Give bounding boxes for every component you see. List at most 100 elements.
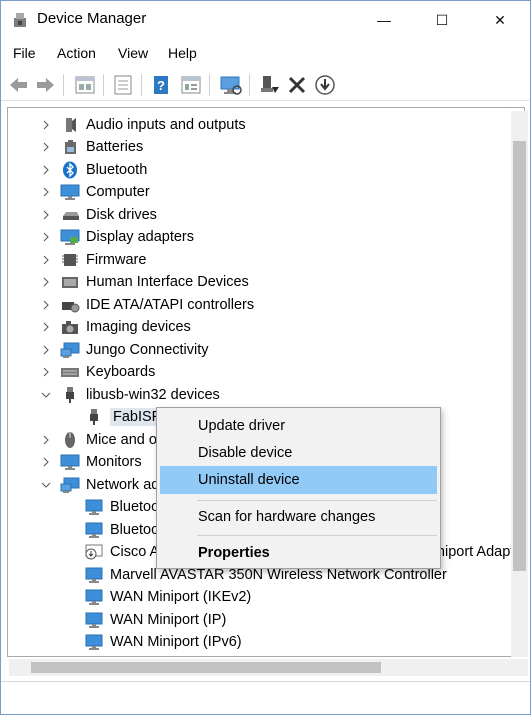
tree-label: Jungo Connectivity [86, 342, 209, 358]
chevron-right-icon[interactable] [40, 186, 52, 198]
tree-label: libusb-win32 devices [86, 387, 220, 403]
network-adapter-icon [85, 522, 103, 538]
update-driver-icon[interactable] [257, 73, 281, 97]
tree-label: Keyboards [86, 364, 156, 380]
chevron-right-icon[interactable] [40, 321, 52, 333]
device-manager-window: Device Manager — ☐ ✕ File Action View He… [0, 0, 531, 715]
properties-menu-item[interactable]: Properties [160, 539, 437, 567]
keyboard-icon [61, 368, 79, 377]
tree-item-display-adapters[interactable]: Display adapters [40, 226, 194, 248]
scrollbar-corner [511, 659, 528, 676]
tree-item-batteries[interactable]: Batteries [40, 136, 143, 158]
menu-view[interactable]: View [118, 45, 148, 61]
horizontal-scroll-thumb[interactable] [31, 662, 381, 673]
monitor-icon [60, 184, 80, 200]
chevron-right-icon[interactable] [40, 276, 52, 288]
network-monitor-icon [60, 342, 80, 358]
tree-item-monitors[interactable]: Monitors [40, 451, 142, 473]
tree-item-jungo[interactable]: Jungo Connectivity [40, 339, 209, 361]
scan-hardware-menu-item[interactable]: Scan for hardware changes [160, 503, 437, 531]
tree-item-audio[interactable]: Audio inputs and outputs [40, 114, 246, 136]
firmware-chip-icon [62, 254, 78, 266]
toolbar-separator [103, 74, 104, 96]
vertical-scroll-thumb[interactable] [513, 141, 526, 571]
tree-item-firmware[interactable]: Firmware [40, 249, 146, 271]
uninstall-device-menu-item[interactable]: Uninstall device [160, 466, 437, 494]
chevron-right-icon[interactable] [40, 141, 52, 153]
network-adapter-icon [85, 499, 103, 515]
network-adapter-icon [85, 634, 103, 650]
menu-separator [197, 500, 437, 501]
tree-item-hid[interactable]: Human Interface Devices [40, 271, 249, 293]
chevron-right-icon[interactable] [40, 434, 52, 446]
device-list-icon[interactable] [111, 73, 135, 97]
tree-label: WAN Miniport (IP) [110, 612, 227, 628]
uninstall-icon[interactable] [285, 73, 309, 97]
usb-plug-icon [66, 387, 74, 403]
tree-item-disk-drives[interactable]: Disk drives [40, 204, 157, 226]
window-title: Device Manager [37, 10, 147, 27]
help-icon[interactable]: ? [149, 73, 173, 97]
toolbar: ? [1, 69, 530, 101]
chevron-right-icon[interactable] [40, 231, 52, 243]
back-arrow-icon[interactable] [7, 73, 31, 97]
disable-device-icon[interactable] [313, 73, 337, 97]
disk-drive-icon [63, 212, 79, 220]
menu-action[interactable]: Action [57, 45, 96, 61]
minimize-button[interactable]: — [361, 1, 407, 39]
vertical-scrollbar[interactable] [511, 111, 528, 657]
horizontal-scrollbar[interactable] [9, 659, 511, 676]
tree-label: Firmware [86, 252, 147, 268]
chevron-down-icon[interactable] [40, 479, 52, 491]
properties-sheet-icon[interactable] [73, 73, 97, 97]
disable-device-menu-item[interactable]: Disable device [160, 439, 437, 467]
tree-item-imaging[interactable]: Imaging devices [40, 316, 191, 338]
chevron-down-icon[interactable] [40, 389, 52, 401]
tree-item-keyboards[interactable]: Keyboards [40, 361, 155, 383]
toolbar-separator [209, 74, 210, 96]
tree-label: Imaging devices [86, 319, 191, 335]
tree-label: Audio inputs and outputs [86, 117, 246, 133]
network-adapter-warning-icon [85, 544, 103, 560]
chevron-right-icon[interactable] [40, 299, 52, 311]
device-tree[interactable]: Audio inputs and outputs Batteries Bluet… [7, 107, 525, 657]
tree-item-libusb[interactable]: libusb-win32 devices [40, 384, 220, 406]
scan-hardware-icon[interactable] [219, 73, 243, 97]
tree-item-fabisp[interactable]: FabISP [84, 406, 165, 428]
camera-icon [62, 321, 78, 334]
chevron-right-icon[interactable] [40, 119, 52, 131]
chevron-right-icon[interactable] [40, 254, 52, 266]
battery-icon [65, 140, 76, 154]
tree-label: WAN Miniport (IPv6) [110, 634, 242, 650]
network-monitor-icon [60, 477, 80, 493]
tree-item-bluetooth[interactable]: Bluetooth [40, 159, 147, 181]
toolbar-separator [63, 74, 64, 96]
menu-help[interactable]: Help [168, 45, 197, 61]
toolbar-separator [141, 74, 142, 96]
chevron-right-icon[interactable] [40, 164, 52, 176]
tree-item-network-child[interactable]: WAN Miniport (IPv6) [84, 631, 242, 653]
tree-item-network-child[interactable]: WAN Miniport (IKEv2) [84, 586, 251, 608]
tree-item-network-child[interactable]: WAN Miniport (IP) [84, 609, 226, 631]
update-driver-menu-item[interactable]: Update driver [160, 412, 437, 440]
tree-item-computer[interactable]: Computer [40, 181, 150, 203]
ide-controller-icon [62, 302, 80, 313]
chevron-right-icon[interactable] [40, 366, 52, 378]
title-bar: Device Manager — ☐ ✕ [1, 1, 530, 39]
tree-label: Bluetooth [86, 162, 148, 178]
tree-label: Batteries [86, 139, 144, 155]
chevron-right-icon[interactable] [40, 344, 52, 356]
tree-item-ide-controllers[interactable]: IDE ATA/ATAPI controllers [40, 294, 254, 316]
chevron-right-icon[interactable] [40, 456, 52, 468]
maximize-button[interactable]: ☐ [419, 1, 465, 39]
status-bar [1, 681, 530, 714]
usb-device-icon [90, 409, 98, 425]
tree-label: WAN Miniport (IKEv2) [110, 589, 252, 605]
forward-arrow-icon[interactable] [33, 73, 57, 97]
svg-text:?: ? [157, 78, 165, 93]
menu-file[interactable]: File [13, 45, 36, 61]
hid-icon [62, 277, 78, 288]
chevron-right-icon[interactable] [40, 209, 52, 221]
close-button[interactable]: ✕ [477, 1, 523, 39]
properties-icon[interactable] [179, 73, 203, 97]
